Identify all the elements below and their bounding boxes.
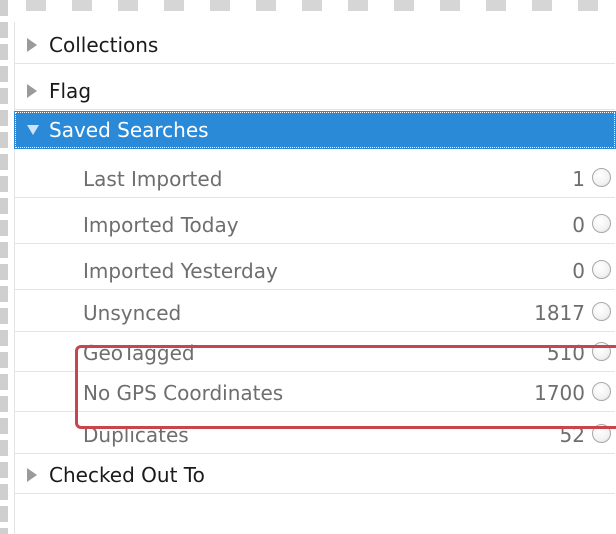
triangle-right-icon[interactable] — [27, 467, 37, 482]
section-label: Collections — [49, 32, 159, 57]
triangle-right-icon[interactable] — [27, 37, 37, 52]
torn-top-edge — [0, 0, 616, 22]
item-label: Unsynced — [83, 300, 182, 325]
item-count: 1817 — [534, 300, 585, 325]
section-saved-searches[interactable]: Saved Searches — [14, 111, 616, 149]
triangle-down-icon[interactable] — [27, 125, 39, 135]
section-flag[interactable]: Flag — [15, 72, 615, 110]
list-item-imported-yesterday[interactable]: Imported Yesterday 0 — [15, 252, 615, 290]
list-item-imported-today[interactable]: Imported Today 0 — [15, 206, 615, 244]
section-collections[interactable]: Collections — [15, 26, 615, 64]
item-label: Imported Today — [83, 212, 239, 237]
section-checked-out-to[interactable]: Checked Out To — [15, 456, 615, 494]
item-count: 1 — [572, 166, 585, 191]
annotation-highlight-box — [75, 345, 616, 429]
radio-circle-icon[interactable] — [592, 214, 611, 233]
section-label: Saved Searches — [49, 118, 209, 142]
item-count: 0 — [572, 258, 585, 283]
item-label: Last Imported — [83, 166, 223, 191]
radio-circle-icon[interactable] — [592, 302, 611, 321]
item-label: Imported Yesterday — [83, 258, 278, 283]
library-panel: Collections Flag Saved Searches Last Imp… — [14, 22, 616, 534]
radio-circle-icon[interactable] — [592, 260, 611, 279]
section-label: Checked Out To — [49, 462, 205, 487]
section-label: Flag — [49, 78, 92, 103]
triangle-right-icon[interactable] — [27, 83, 37, 98]
torn-left-edge — [0, 0, 8, 534]
item-count: 0 — [572, 212, 585, 237]
list-item-unsynced[interactable]: Unsynced 1817 — [15, 294, 615, 332]
radio-circle-icon[interactable] — [592, 168, 611, 187]
list-item-last-imported[interactable]: Last Imported 1 — [15, 160, 615, 198]
